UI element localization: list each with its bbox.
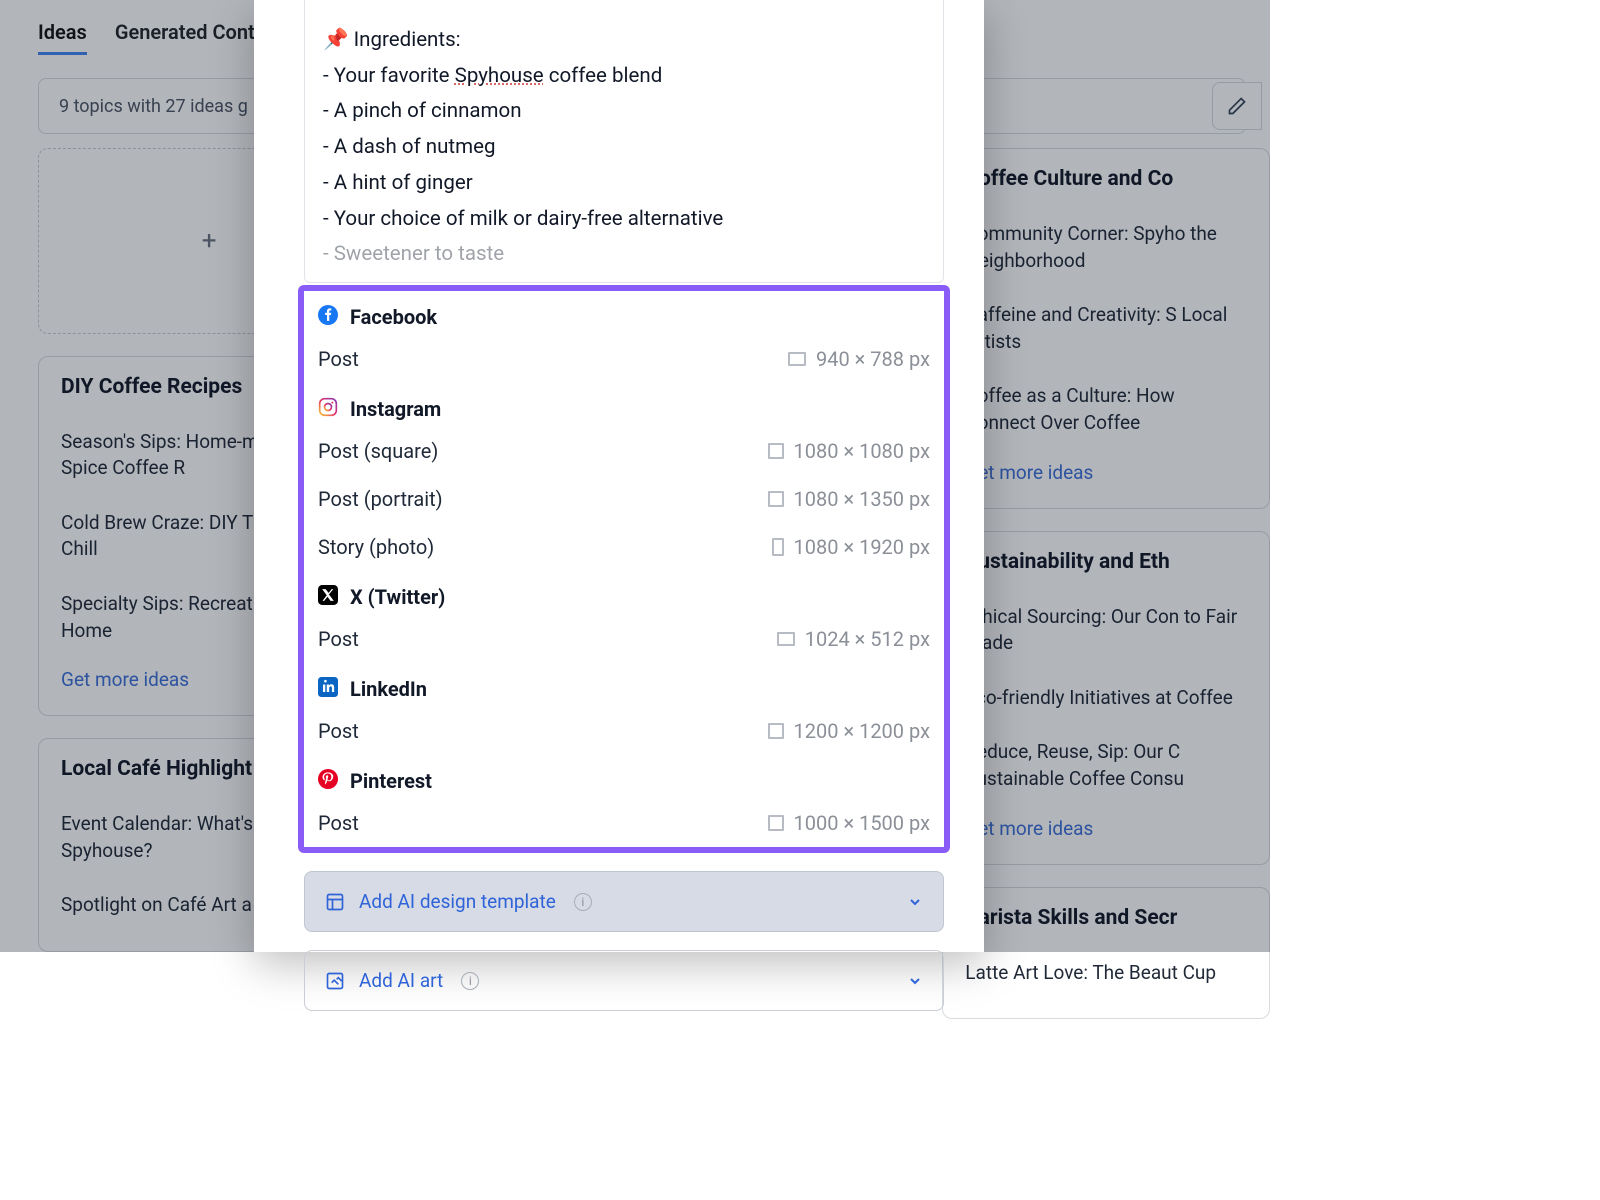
ingredient-line: - Sweetener to taste [323,240,923,270]
platform-name: Instagram [350,397,441,421]
format-option[interactable]: Story (photo) 1080 × 1920 px [318,523,930,571]
platform-header: LinkedIn [318,671,930,707]
ingredient-line: - Your favorite Spyhouse coffee blend [323,62,923,92]
spyhouse-link: Spyhouse [455,64,544,88]
format-option[interactable]: Post 1024 × 512 px [318,615,930,663]
ingredient-line: - A pinch of cinnamon [323,97,923,127]
format-label: Post [318,627,359,651]
platform-header: Pinterest [318,763,930,799]
format-label: Post (portrait) [318,487,443,511]
x-icon [318,585,338,609]
platform-name: Facebook [350,305,437,329]
format-label: Post [318,347,359,371]
format-dimensions: 1080 × 1080 px [768,439,930,463]
ig-icon [318,397,338,421]
art-icon [325,971,345,991]
format-label: Post [318,811,359,835]
format-dimensions: 1024 × 512 px [777,627,930,651]
chevron-down-icon [907,973,923,989]
li-icon [318,677,338,701]
platform-group-pin: Pinterest Post 1000 × 1500 px [304,755,944,847]
format-label: Post [318,719,359,743]
format-dimensions: 1080 × 1920 px [772,535,930,559]
format-option[interactable]: Post 1200 × 1200 px [318,707,930,755]
ingredient-line: - A dash of nutmeg [323,133,923,163]
format-option[interactable]: Post (portrait) 1080 × 1350 px [318,475,930,523]
chevron-down-icon [907,894,923,910]
format-label: Post (square) [318,439,438,463]
dimension-icon [768,815,784,831]
ingredients-header: 📌 Ingredients: [323,26,923,56]
template-icon [325,892,345,912]
platform-name: Pinterest [350,769,432,793]
add-ai-template-label: Add AI design template [359,890,556,913]
ingredient-line: - A hint of ginger [323,169,923,199]
image-format-modal: 📌 Ingredients: - Your favorite Spyhouse … [254,0,984,952]
ingredient-line: - Your choice of milk or dairy-free alte… [323,205,923,235]
platform-group-li: LinkedIn Post 1200 × 1200 px [304,663,944,755]
pin-icon [318,769,338,793]
info-icon[interactable]: i [461,972,479,990]
format-dimensions: 1000 × 1500 px [768,811,930,835]
add-ai-art-label: Add AI art [359,969,443,992]
platform-group-x: X (Twitter) Post 1024 × 512 px [304,571,944,663]
dimension-icon [768,491,784,507]
dimension-icon [777,632,795,646]
dimension-icon [772,538,784,556]
info-icon[interactable]: i [574,893,592,911]
platform-header: X (Twitter) [318,579,930,615]
format-option[interactable]: Post 1000 × 1500 px [318,799,930,847]
format-option[interactable]: Post (square) 1080 × 1080 px [318,427,930,475]
format-label: Story (photo) [318,535,434,559]
platform-header: Instagram [318,391,930,427]
format-selector-panel: Facebook Post 940 × 788 px Instagram Post (s… [298,285,950,853]
idea[interactable]: Latte Art Love: The Beaut Cup [965,946,1247,1001]
platform-group-fb: Facebook Post 940 × 788 px [304,291,944,383]
dimension-icon [768,723,784,739]
format-dimensions: 1200 × 1200 px [768,719,930,743]
dimension-icon [768,443,784,459]
dimension-icon [788,352,806,366]
format-dimensions: 940 × 788 px [788,347,930,371]
recipe-content[interactable]: 📌 Ingredients: - Your favorite Spyhouse … [305,0,943,270]
format-dimensions: 1080 × 1350 px [768,487,930,511]
platform-header: Facebook [318,299,930,335]
format-option[interactable]: Post 940 × 788 px [318,335,930,383]
add-ai-art-button[interactable]: Add AI art i [304,950,944,1011]
platform-name: LinkedIn [350,677,427,701]
add-ai-template-button[interactable]: Add AI design template i [304,871,944,932]
post-editor: 📌 Ingredients: - Your favorite Spyhouse … [304,0,944,283]
platform-name: X (Twitter) [350,585,445,609]
platform-group-ig: InstagramPost (square)1080 × 1080 pxPost… [304,383,944,571]
fb-icon [318,305,338,329]
